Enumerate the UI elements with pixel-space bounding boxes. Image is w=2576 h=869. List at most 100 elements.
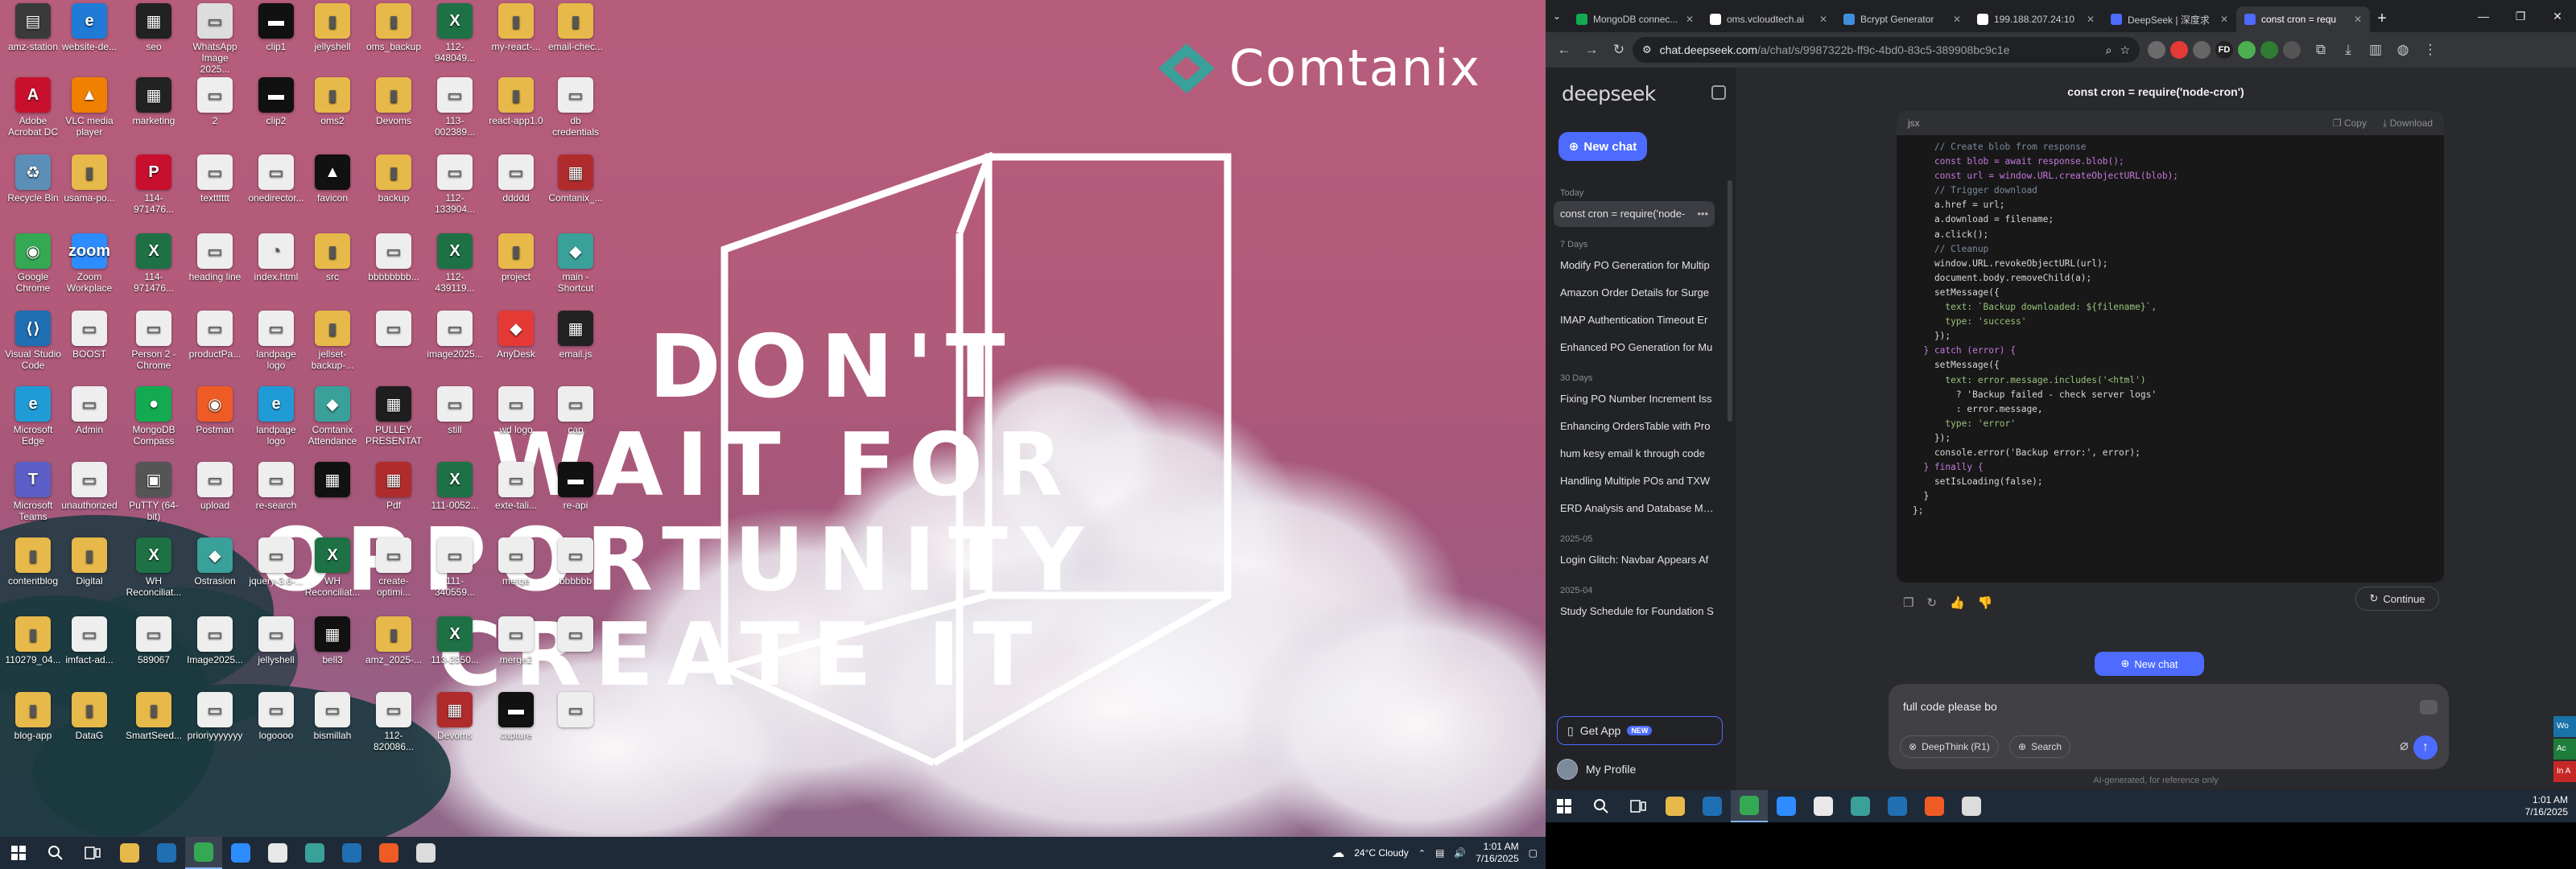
- notifications-icon[interactable]: ▢: [1529, 847, 1538, 859]
- browser-extension-icon[interactable]: [2170, 41, 2188, 59]
- notification-badge[interactable]: Ac: [2553, 739, 2576, 760]
- desktop-icon[interactable]: ▭ Image2025...: [187, 616, 243, 689]
- desktop-icon[interactable]: ▭ re-search: [248, 462, 304, 534]
- desktop-icon[interactable]: ▭ Person 2 - Chrome: [126, 311, 182, 383]
- desktop-icon[interactable]: ▭ create-optimi...: [365, 537, 422, 610]
- desktop-icon[interactable]: ▭: [547, 616, 604, 689]
- desktop-icon[interactable]: ▭ exte-tali...: [488, 462, 544, 534]
- desktop-icon[interactable]: ◆ Comtanix Attendance: [304, 386, 361, 459]
- desktop-icon[interactable]: ◔ index.html: [248, 233, 304, 306]
- regenerate-icon[interactable]: ↻: [1926, 595, 1937, 610]
- message-input[interactable]: full code please bo: [1903, 700, 1997, 713]
- reload-button[interactable]: ↻: [1605, 36, 1633, 64]
- taskbar-app-postman[interactable]: [370, 837, 407, 869]
- download-code-button[interactable]: ⤓ Download: [2383, 117, 2433, 130]
- browser-tab[interactable]: MongoDB connec... ✕: [1568, 6, 1702, 32]
- desktop-icon[interactable]: ▣ PuTTY (64-bit): [126, 462, 182, 534]
- taskbar-app-vscode[interactable]: [1879, 790, 1916, 822]
- desktop-icon[interactable]: X 114-971476...: [126, 233, 182, 306]
- desktop-icon[interactable]: ◉ Postman: [187, 386, 243, 459]
- desktop-icon[interactable]: ▦ email.js: [547, 311, 604, 383]
- desktop-icon[interactable]: e Microsoft Edge: [5, 386, 61, 459]
- desktop-icon[interactable]: X WH Reconciliat...: [126, 537, 182, 610]
- start-button-right[interactable]: [1546, 790, 1583, 822]
- desktop-icon[interactable]: ▦ bell3: [304, 616, 361, 689]
- browser-extension-icon[interactable]: FD: [2215, 41, 2233, 59]
- desktop-icon[interactable]: ▭ image2025...: [427, 311, 483, 383]
- taskbar-app-chrome[interactable]: [185, 837, 222, 869]
- url-text[interactable]: chat.deepseek.com/a/chat/s/9987322b-ff9c…: [1660, 43, 2098, 56]
- zoom-lens-icon[interactable]: ⌕: [2106, 43, 2112, 57]
- taskbar-app-anydesk[interactable]: [1805, 790, 1842, 822]
- desktop-icon[interactable]: ▭ 113-002389...: [427, 77, 483, 150]
- notification-badge[interactable]: In A: [2553, 761, 2576, 782]
- weather-text[interactable]: 24°C Cloudy: [1354, 847, 1409, 859]
- desktop-icon[interactable]: T Microsoft Teams: [5, 462, 61, 534]
- desktop-icon[interactable]: ▭ bbbbbb: [547, 537, 604, 610]
- desktop-icon[interactable]: ▮ react-app1.0: [488, 77, 544, 150]
- history-item[interactable]: Enhanced PO Generation for Mu: [1554, 335, 1715, 360]
- task-view-button[interactable]: [74, 837, 111, 869]
- history-item[interactable]: const cron = require('node- •••: [1554, 201, 1715, 227]
- desktop-icon[interactable]: ▭ wd logo: [488, 386, 544, 459]
- task-view-button-right[interactable]: [1620, 790, 1657, 822]
- clock[interactable]: 1:01 AM 7/16/2025: [1476, 841, 1518, 865]
- desktop-icon[interactable]: ▮ Devoms: [365, 77, 422, 150]
- taskbar-app-store[interactable]: [148, 837, 185, 869]
- taskbar-app-postman[interactable]: [1916, 790, 1953, 822]
- desktop-icon[interactable]: ▮ usama-po...: [61, 154, 118, 227]
- desktop-icon[interactable]: ▦ Pdf: [365, 462, 422, 534]
- extensions-puzzle-icon[interactable]: ⧉: [2307, 36, 2334, 64]
- desktop-icon[interactable]: ▮ my-react-...: [488, 3, 544, 76]
- browser-extension-icon[interactable]: [2193, 41, 2211, 59]
- browser-extension-icon[interactable]: [2260, 41, 2278, 59]
- desktop-icon[interactable]: ● MongoDB Compass: [126, 386, 182, 459]
- desktop-icon[interactable]: ▦ seo: [126, 3, 182, 76]
- taskbar-app-anydesk[interactable]: [259, 837, 296, 869]
- desktop-icon[interactable]: ▮ blog-app: [5, 692, 61, 764]
- history-item[interactable]: hum kesy email k through code: [1554, 441, 1715, 467]
- desktop-icon[interactable]: ▮ oms2: [304, 77, 361, 150]
- tab-close-icon[interactable]: ✕: [1819, 14, 1827, 25]
- paperclip-icon[interactable]: ⌀: [2400, 737, 2409, 754]
- site-info-icon[interactable]: ⚙: [1642, 43, 1652, 56]
- desktop-icon[interactable]: ▲ VLC media player: [61, 77, 118, 150]
- desktop-icon[interactable]: ▦: [304, 462, 361, 534]
- history-item[interactable]: Handling Multiple POs and TXW: [1554, 468, 1715, 494]
- taskbar-app-puppet[interactable]: [1953, 790, 1990, 822]
- history-item[interactable]: Login Glitch: Navbar Appears Af: [1554, 547, 1715, 573]
- forward-button[interactable]: →: [1578, 36, 1605, 64]
- desktop-icon[interactable]: ▭ 112-820086...: [365, 692, 422, 764]
- tab-close-icon[interactable]: ✕: [2087, 14, 2095, 25]
- taskbar-app-file-explorer[interactable]: [1657, 790, 1694, 822]
- floating-new-chat-button[interactable]: ⊕ New chat: [2095, 652, 2204, 676]
- desktop-icon[interactable]: ▮ backup: [365, 154, 422, 227]
- desktop-icon[interactable]: ▭ jellyshell: [248, 616, 304, 689]
- desktop-icon[interactable]: ♻ Recycle Bin: [5, 154, 61, 227]
- deepthink-toggle[interactable]: ⊗ DeepThink (R1): [1900, 735, 1999, 758]
- address-bar[interactable]: ⚙ chat.deepseek.com/a/chat/s/9987322b-ff…: [1633, 37, 2140, 63]
- desktop-icon[interactable]: ▭ 112-133904...: [427, 154, 483, 227]
- desktop-icon[interactable]: ▮ amz_2025-...: [365, 616, 422, 689]
- tab-close-icon[interactable]: ✕: [1953, 14, 1961, 25]
- minimize-icon[interactable]: —: [2465, 10, 2502, 23]
- desktop-icon[interactable]: ▬ capture: [488, 692, 544, 764]
- taskbar-app-chrome[interactable]: [1731, 790, 1768, 822]
- chevron-up-icon[interactable]: ⌃: [1418, 848, 1426, 859]
- desktop-icon[interactable]: ▭ WhatsApp Image 2025...: [187, 3, 243, 76]
- desktop-icon[interactable]: ▭: [547, 692, 604, 764]
- desktop-icon[interactable]: ⟨⟩ Visual Studio Code: [5, 311, 61, 383]
- collapse-sidebar-icon[interactable]: [1711, 85, 1726, 100]
- desktop-icon[interactable]: A Adobe Acrobat DC: [5, 77, 61, 150]
- tab-close-icon[interactable]: ✕: [2354, 14, 2362, 25]
- desktop-icon[interactable]: ▭ onedirector...: [248, 154, 304, 227]
- tab-close-icon[interactable]: ✕: [2220, 14, 2228, 25]
- camera-icon[interactable]: [2420, 700, 2438, 715]
- desktop-icon[interactable]: ▭ bismillah: [304, 692, 361, 764]
- desktop-icon[interactable]: ▭ bbbbbbbb...: [365, 233, 422, 306]
- restore-icon[interactable]: ❐: [2502, 10, 2539, 23]
- desktop-icon[interactable]: zoom Zoom Workplace: [61, 233, 118, 306]
- back-button[interactable]: ←: [1550, 36, 1578, 64]
- taskbar-app-comtanix[interactable]: [296, 837, 333, 869]
- copy-message-icon[interactable]: ❐: [1903, 595, 1913, 610]
